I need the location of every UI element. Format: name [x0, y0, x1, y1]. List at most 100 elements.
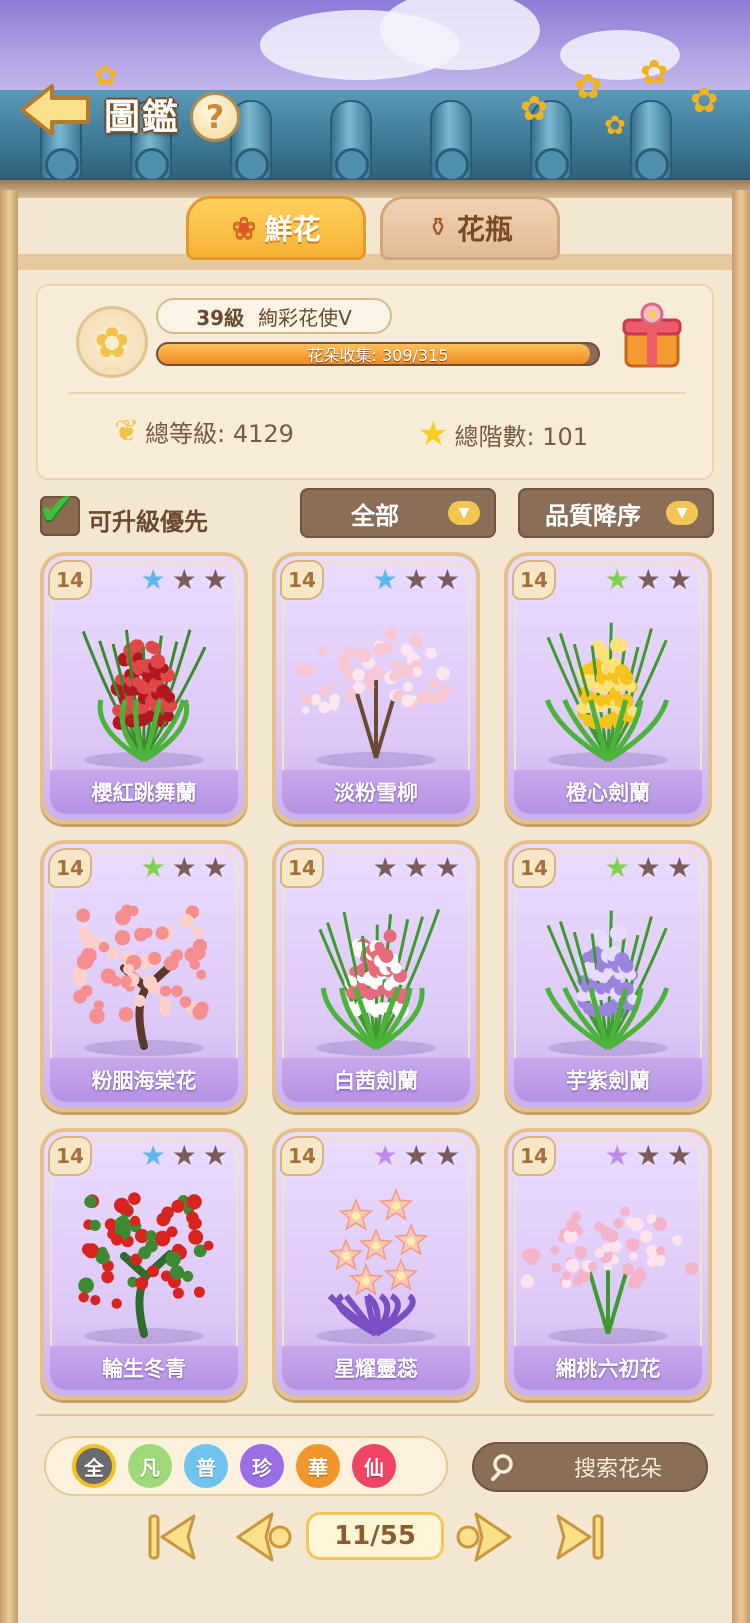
tab-label: 花瓶	[456, 213, 513, 246]
card-stars: ★ ★ ★	[605, 1142, 692, 1170]
flower-decoration-icon: ✿	[520, 90, 549, 128]
card-level-badge: 14	[512, 560, 556, 600]
flower-card[interactable]: 14 ★ ★ ★ 粉胭海棠花	[40, 840, 248, 1112]
star-icon: ★	[635, 563, 661, 596]
collection-progress-bar: 花朵收集: 309/315	[156, 342, 600, 366]
card-stars: ★ ★ ★	[373, 566, 460, 594]
rarity-filter-button[interactable]: 仙	[352, 1444, 396, 1488]
next-page-button[interactable]	[452, 1508, 516, 1566]
flower-name: 橙心劍蘭	[514, 770, 702, 814]
category-value: 全部	[351, 501, 399, 530]
flower-illustration	[286, 600, 466, 770]
star-icon: ★	[202, 851, 228, 884]
card-stars: ★ ★ ★	[373, 1142, 460, 1170]
flower-card[interactable]: 14 ★ ★ ★ 橙心劍蘭	[504, 552, 712, 824]
rose-icon: ❀	[231, 210, 257, 246]
star-icon: ★	[140, 563, 166, 596]
search-icon	[491, 1454, 513, 1481]
total-level: ❦ 總等級: 4129	[114, 414, 294, 449]
flower-name: 白茜劍蘭	[282, 1058, 470, 1102]
star-icon: ★	[604, 851, 630, 884]
star-icon: ★	[403, 1139, 429, 1172]
rarity-filter-button[interactable]: 華	[296, 1444, 340, 1488]
flower-card[interactable]: 14 ★ ★ ★ 淡粉雪柳	[272, 552, 480, 824]
tab-vases[interactable]: ⚱ 花瓶	[380, 196, 560, 260]
star-icon: ★	[434, 1139, 460, 1172]
star-icon: ★	[604, 563, 630, 596]
chevron-down-icon: ▼	[448, 501, 480, 525]
star-icon: ★	[140, 1139, 166, 1172]
card-stars: ★ ★ ★	[373, 854, 460, 882]
flower-name: 輪生冬青	[50, 1346, 238, 1390]
card-stars: ★ ★ ★	[605, 854, 692, 882]
chevron-left-icon	[236, 1512, 292, 1562]
flower-illustration	[54, 888, 234, 1058]
page-indicator: 11/55	[306, 1512, 444, 1560]
flower-name: 星耀靈蕊	[282, 1346, 470, 1390]
flower-illustration	[286, 888, 466, 1058]
rarity-filter-button[interactable]: 凡	[128, 1444, 172, 1488]
flower-illustration	[518, 600, 698, 770]
gift-box-icon[interactable]	[620, 300, 684, 370]
flower-name: 淡粉雪柳	[282, 770, 470, 814]
flower-decoration-icon: ✿	[574, 68, 603, 106]
total-stars: ★ 總階數: 101	[418, 414, 588, 454]
star-icon: ★	[434, 851, 460, 884]
flower-card[interactable]: 14 ★ ★ ★ 櫻紅跳舞蘭	[40, 552, 248, 824]
frame-right	[732, 190, 750, 1623]
sort-dropdown[interactable]: 品質降序 ▼	[518, 488, 714, 538]
first-page-icon	[148, 1514, 196, 1560]
sort-value: 品質降序	[545, 501, 641, 530]
upgradable-first-label[interactable]: 可升級優先	[88, 502, 208, 537]
flower-illustration	[54, 1176, 234, 1346]
roof-eave	[0, 180, 750, 198]
rarity-filter-button[interactable]: 普	[184, 1444, 228, 1488]
prev-page-button[interactable]	[232, 1508, 296, 1566]
star-icon: ★	[140, 851, 166, 884]
flower-card[interactable]: 14 ★ ★ ★ 星耀靈蕊	[272, 1128, 480, 1400]
card-level-badge: 14	[512, 848, 556, 888]
roof-tile	[630, 100, 672, 182]
card-level-badge: 14	[280, 848, 324, 888]
flower-card[interactable]: 14 ★ ★ ★ 芋紫劍蘭	[504, 840, 712, 1112]
chevron-right-icon	[456, 1512, 512, 1562]
star-icon: ★	[635, 851, 661, 884]
rank-title: 絢彩花使V	[258, 305, 352, 330]
frame-left	[0, 190, 18, 1623]
last-page-button[interactable]	[544, 1508, 608, 1566]
star-icon: ★	[666, 851, 692, 884]
card-stars: ★ ★ ★	[141, 854, 228, 882]
star-icon: ★	[372, 1139, 398, 1172]
search-input[interactable]: 搜索花朵	[472, 1442, 708, 1492]
level-ribbon: 39級 絢彩花使V	[156, 298, 392, 334]
back-button[interactable]	[18, 80, 94, 140]
flower-card[interactable]: 14 ★ ★ ★ 輪生冬青	[40, 1128, 248, 1400]
star-icon: ★	[604, 1139, 630, 1172]
collection-progress-label: 花朵收集: 309/315	[307, 346, 449, 365]
flower-illustration	[518, 888, 698, 1058]
tab-flowers[interactable]: ❀ 鮮花	[186, 196, 366, 260]
chevron-down-icon: ▼	[666, 501, 698, 525]
flower-name: 櫻紅跳舞蘭	[50, 770, 238, 814]
help-button[interactable]: ?	[190, 92, 240, 142]
roof-tile	[430, 100, 472, 182]
player-level: 39級	[196, 305, 245, 330]
star-icon: ★	[202, 1139, 228, 1172]
card-level-badge: 14	[48, 560, 92, 600]
category-dropdown[interactable]: 全部 ▼	[300, 488, 496, 538]
total-stars-label: 總階數: 101	[454, 422, 589, 451]
rarity-filter-button[interactable]: 珍	[240, 1444, 284, 1488]
bottom-divider	[36, 1414, 714, 1416]
search-placeholder: 搜索花朵	[573, 1457, 662, 1482]
star-icon: ★	[666, 563, 692, 596]
flower-card[interactable]: 14 ★ ★ ★ 白茜劍蘭	[272, 840, 480, 1112]
first-page-button[interactable]	[144, 1508, 208, 1566]
sprout-icon: ❦	[114, 414, 140, 449]
card-stars: ★ ★ ★	[605, 566, 692, 594]
collection-summary: ✿ 39級 絢彩花使V 花朵收集: 309/315 ❦ 總等級: 4129 ★ …	[36, 284, 714, 480]
card-level-badge: 14	[48, 1136, 92, 1176]
page-title: 圖鑑	[104, 97, 181, 138]
back-arrow-icon	[20, 84, 90, 136]
rarity-filter-button[interactable]: 全	[72, 1444, 116, 1488]
flower-card[interactable]: 14 ★ ★ ★ 緗桃六初花	[504, 1128, 712, 1400]
